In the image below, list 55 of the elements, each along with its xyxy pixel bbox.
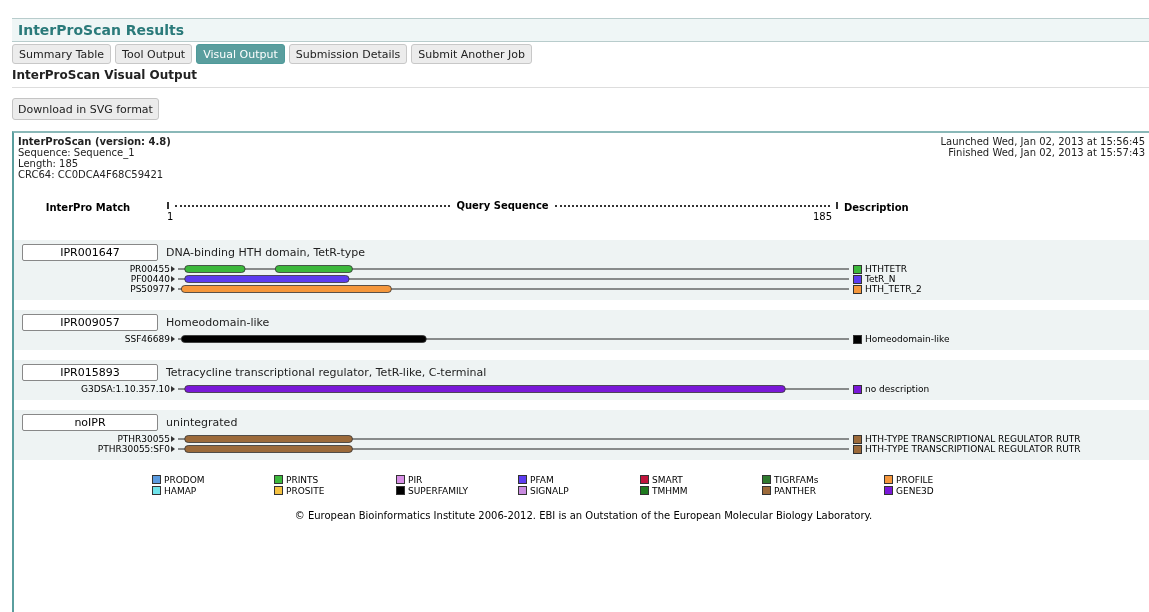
tab[interactable]: Submission Details (288, 44, 408, 64)
signature-label: PF00440 (129, 274, 170, 284)
signature-label: G3DSA:1.10.357.10 (80, 384, 170, 394)
section-title: InterProScan Visual Output (12, 64, 1149, 88)
legend-label: PRODOM (164, 474, 205, 485)
timestamp: Finished Wed, Jan 02, 2013 at 15:57:43 (948, 147, 1145, 158)
panel-title: InterProScan (version: 4.8) (18, 136, 171, 147)
interpro-id[interactable]: noIPR (22, 414, 158, 431)
tab[interactable]: Tool Output (115, 44, 193, 64)
interpro-id[interactable]: IPR001647 (22, 244, 158, 261)
column-heading: Description (844, 201, 909, 213)
legend-label: SIGNALP (530, 485, 569, 496)
entry-name: unintegrated (166, 416, 238, 429)
axis-end: 185 (812, 211, 832, 222)
timestamp: Launched Wed, Jan 02, 2013 at 15:56:45 (940, 136, 1145, 147)
legend-label: TMHMM (652, 485, 688, 496)
legend-label: PIR (408, 474, 423, 485)
signature-description: HTH_TETR_2 (865, 284, 922, 294)
signature-label: PTHR30055:SF0 (96, 444, 170, 454)
axis-label: Query Sequence (456, 200, 549, 211)
column-heading: InterPro Match (44, 201, 132, 213)
sequence-info: Length: 185 (18, 158, 79, 169)
signature-description: no description (865, 384, 930, 394)
tab[interactable]: Submit Another Job (411, 44, 533, 64)
sequence-info: Sequence: Sequence_1 (18, 147, 135, 158)
signature-label: PR00455 (128, 264, 170, 274)
legend-label: PROFILE (896, 474, 934, 485)
legend-label: SUPERFAMILY (408, 485, 468, 496)
entry-name: Tetracycline transcriptional regulator, TetR-like, C-terminal (166, 366, 487, 379)
legend-label: TIGRFAMs (774, 474, 819, 485)
signature-description: HTH-TYPE TRANSCRIPTIONAL REGULATOR RUTR (865, 444, 1081, 454)
copyright-text: © European Bioinformatics Institute 2006-2012. EBI is an Outstation of the European Molecular Biology Laboratory. (293, 510, 874, 521)
legend-label: HAMAP (164, 485, 197, 496)
legend-label: PRINTS (286, 474, 319, 485)
axis-start: 1 (167, 211, 174, 222)
signature-label: PS50977 (129, 284, 170, 294)
entry-name: DNA-binding HTH domain, TetR-type (166, 246, 366, 259)
tab[interactable]: Summary Table (12, 44, 112, 64)
legend-label: GENE3D (896, 485, 934, 496)
entry-name: Homeodomain-like (166, 316, 270, 329)
legend-label: PROSITE (286, 485, 325, 496)
legend-label: PANTHER (774, 485, 816, 496)
interpro-id[interactable]: IPR015893 (22, 364, 158, 381)
signature-label: SSF46689 (123, 334, 170, 344)
legend-label: PFAM (530, 474, 554, 485)
signature-description: Homeodomain-like (865, 334, 950, 344)
page-header: InterProScan Results (12, 18, 1149, 42)
sequence-info: CRC64: CC0DCA4F68C59421 (18, 169, 164, 180)
signature-description: HTHTETR (865, 264, 907, 274)
signature-label: PTHR30055 (116, 434, 170, 444)
legend-label: SMART (652, 474, 683, 485)
interpro-id[interactable]: IPR009057 (22, 314, 158, 331)
signature-description: HTH-TYPE TRANSCRIPTIONAL REGULATOR RUTR (865, 434, 1081, 444)
download-button[interactable]: Download in SVG format (12, 98, 159, 120)
signature-description: TetR_N (865, 274, 896, 284)
